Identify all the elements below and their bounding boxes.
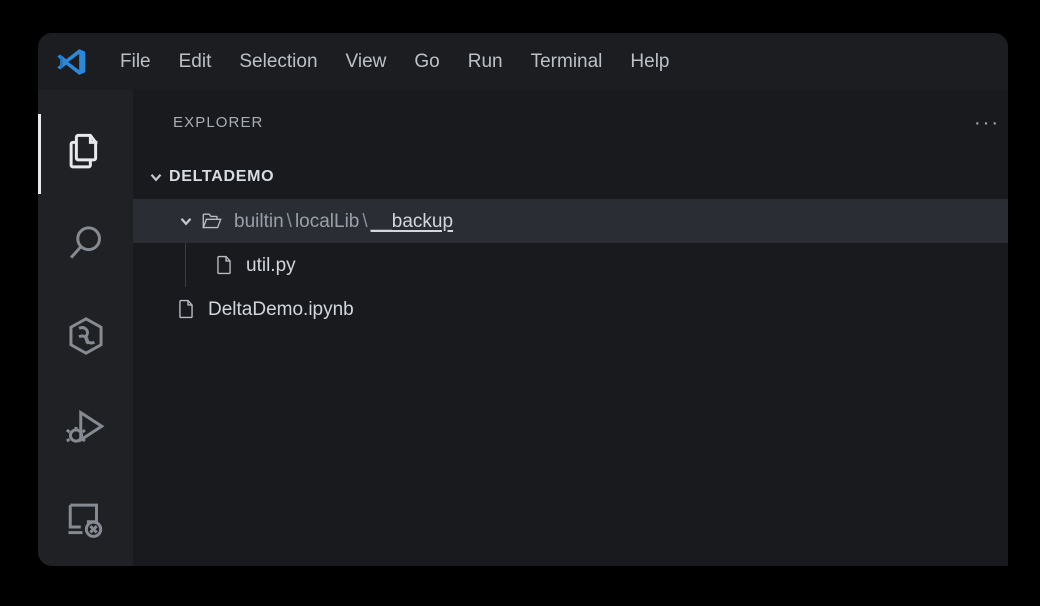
menu-item-selection[interactable]: Selection xyxy=(225,47,331,76)
menu-item-terminal[interactable]: Terminal xyxy=(517,47,617,76)
indent-guide xyxy=(185,243,186,287)
menu-item-go[interactable]: Go xyxy=(400,47,453,76)
chevron-down-icon[interactable] xyxy=(143,164,169,190)
menu-bar: File Edit Selection View Go Run Terminal… xyxy=(106,47,684,76)
activity-item-source-control[interactable] xyxy=(38,290,133,382)
tree-row-file-util-py[interactable]: util.py xyxy=(133,243,1008,287)
menu-item-run[interactable]: Run xyxy=(454,47,517,76)
activity-item-explorer[interactable] xyxy=(38,106,133,198)
explorer-sidebar: EXPLORER ··· DELTADEMO builtin \ localLi… xyxy=(133,90,1008,566)
files-icon xyxy=(69,133,97,169)
activity-item-remote-explorer[interactable] xyxy=(38,474,133,566)
title-bar: File Edit Selection View Go Run Terminal… xyxy=(38,33,1008,90)
activity-bar xyxy=(38,90,133,566)
search-icon xyxy=(69,226,101,259)
remote-explorer-icon xyxy=(68,503,102,538)
menu-item-file[interactable]: File xyxy=(106,47,165,76)
source-control-icon xyxy=(68,317,103,355)
tree-row-root-deltademo[interactable]: DELTADEMO xyxy=(133,155,1008,199)
tree-row-file-deltademo-ipynb[interactable]: DeltaDemo.ipynb xyxy=(133,287,1008,331)
explorer-header: EXPLORER ··· xyxy=(133,90,1008,155)
tree-folder-label: builtin \ localLib \ __backup xyxy=(234,212,453,231)
folder-open-icon xyxy=(199,208,225,234)
tree-root-label: DELTADEMO xyxy=(169,168,275,185)
tree-file-label: util.py xyxy=(246,254,296,276)
menu-item-edit[interactable]: Edit xyxy=(165,47,226,76)
path-segment-builtin: builtin xyxy=(234,210,284,232)
run-and-debug-icon xyxy=(65,409,104,443)
path-segment-locallib: localLib xyxy=(294,210,360,232)
path-separator-1: \ xyxy=(286,210,292,232)
path-segment-backup: __backup xyxy=(370,210,454,232)
file-icon xyxy=(173,296,199,322)
chevron-down-icon[interactable] xyxy=(173,208,199,234)
more-actions-icon[interactable]: ··· xyxy=(974,113,1000,133)
tree-row-folder-backup[interactable]: builtin \ localLib \ __backup xyxy=(133,199,1008,243)
menu-item-help[interactable]: Help xyxy=(616,47,683,76)
tree-file-label: DeltaDemo.ipynb xyxy=(208,298,354,320)
path-separator-2: \ xyxy=(362,210,368,232)
vscode-window: File Edit Selection View Go Run Terminal… xyxy=(38,33,1008,566)
file-tree: DELTADEMO builtin\localLib\__backup xyxy=(133,155,1008,331)
vscode-logo-icon xyxy=(57,48,86,75)
file-icon xyxy=(211,252,237,278)
menu-item-view[interactable]: View xyxy=(332,47,401,76)
screen: File Edit Selection View Go Run Terminal… xyxy=(0,0,1040,606)
explorer-title: EXPLORER xyxy=(173,114,264,131)
activity-item-run-and-debug[interactable] xyxy=(38,382,133,474)
activity-item-search[interactable] xyxy=(38,198,133,290)
